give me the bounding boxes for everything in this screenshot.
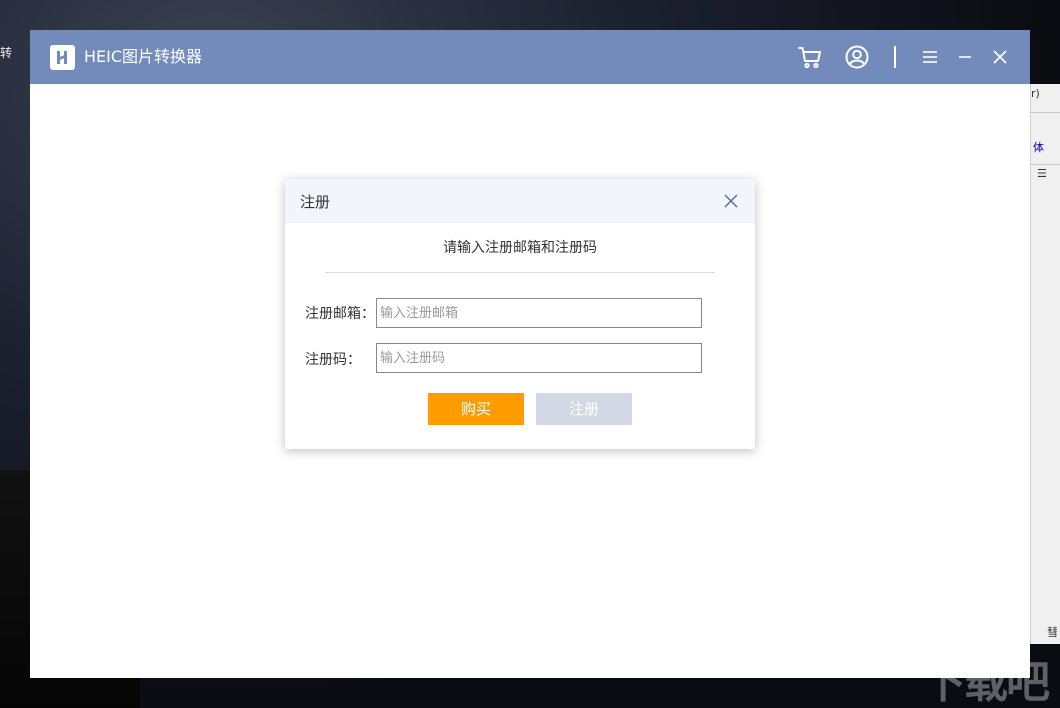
register-dialog: 注册 请输入注册邮箱和注册码 注册邮箱： 注册码： 购买 注册 <box>285 179 755 449</box>
background-window-text: 体 <box>1033 141 1044 154</box>
email-label: 注册邮箱： <box>305 306 375 322</box>
list-icon: ☰ <box>1037 167 1047 180</box>
background-window: r) 体 ☰ 彗 <box>1030 84 1060 644</box>
background-window-divider <box>1031 112 1060 113</box>
background-window-divider <box>1031 164 1060 165</box>
dialog-title: 注册 <box>300 193 331 211</box>
background-window-text: 彗 <box>1047 626 1058 639</box>
title-bar[interactable]: HEIC图片转换器 <box>30 30 1030 84</box>
buy-button[interactable]: 购买 <box>428 393 524 425</box>
cart-icon[interactable] <box>796 43 824 71</box>
dialog-header: 注册 <box>285 179 755 223</box>
app-logo-icon <box>50 45 75 70</box>
app-window: HEIC图片转换器 注册 请输入注册邮箱和注册码 注册邮箱： 输入注册邮箱 注册… <box>30 30 1030 678</box>
dialog-subtitle: 请输入注册邮箱和注册码 <box>443 240 597 256</box>
app-title: HEIC图片转换器 <box>84 47 203 66</box>
close-icon[interactable] <box>986 43 1014 71</box>
toolbar-separator <box>894 46 896 68</box>
minimize-icon[interactable] <box>951 43 979 71</box>
register-button[interactable]: 注册 <box>536 393 632 425</box>
watermark-logo: 下载吧 <box>922 657 1050 708</box>
menu-icon[interactable] <box>916 43 944 71</box>
background-window-text: r) <box>1031 87 1040 100</box>
desktop-icon-label: 转 <box>0 46 13 60</box>
dialog-divider <box>325 272 715 273</box>
email-field[interactable] <box>376 298 702 328</box>
dialog-close-icon[interactable] <box>721 191 741 211</box>
user-icon[interactable] <box>843 43 871 71</box>
code-label: 注册码： <box>305 352 361 368</box>
registration-code-field[interactable] <box>376 343 702 373</box>
